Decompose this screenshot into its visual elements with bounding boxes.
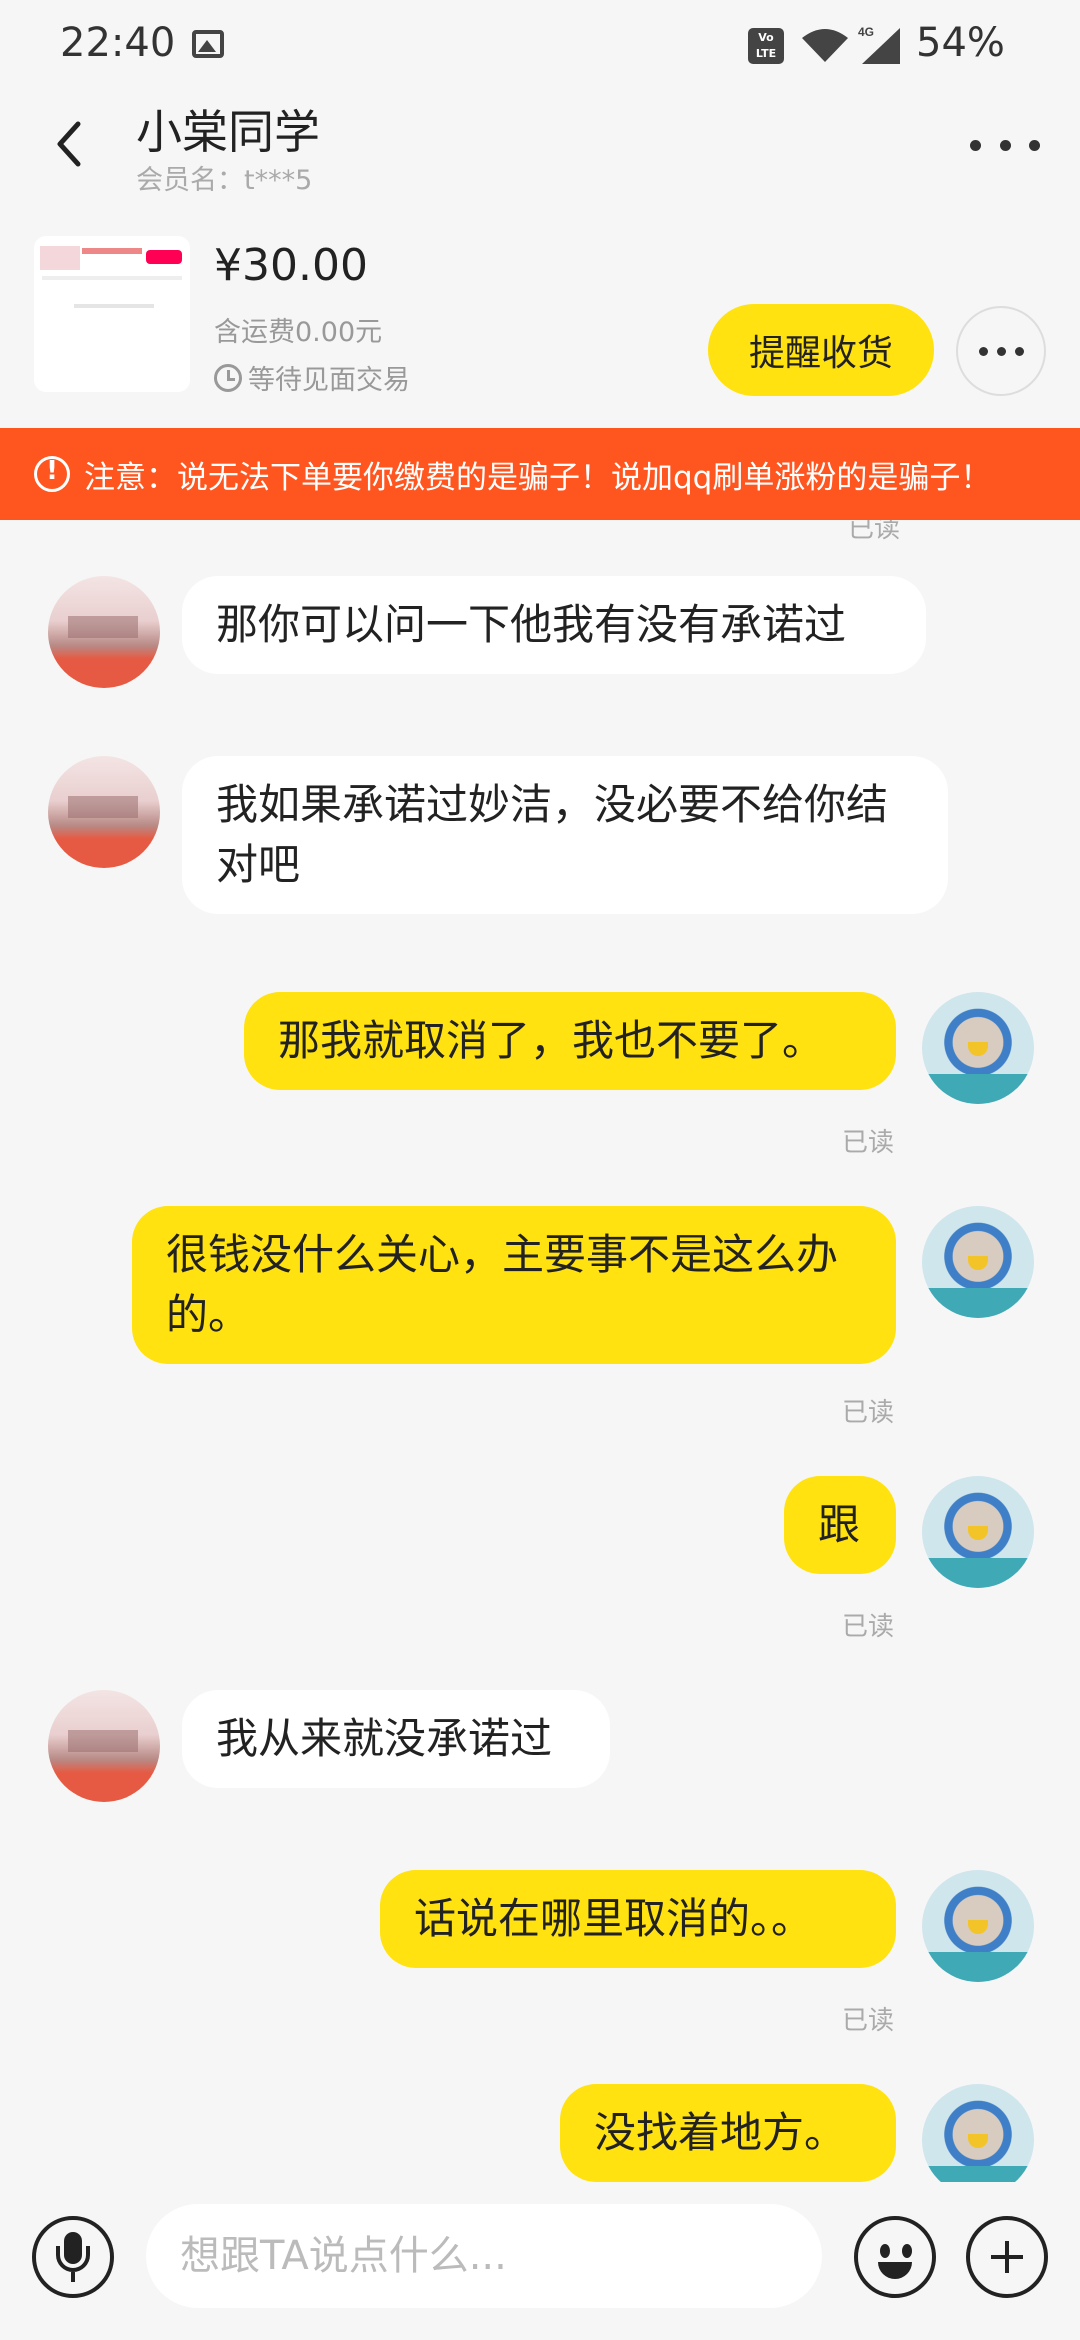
thumb-part: [42, 276, 182, 280]
image-icon: [192, 30, 224, 58]
chat-messages[interactable]: 已读 那你可以问一下他我有没有承诺过 我如果承诺过妙洁，没必要不给你结对吧 那我…: [0, 520, 1080, 2182]
mic-part: [71, 2272, 75, 2282]
member-name: 会员名：t***5: [136, 165, 313, 196]
mic-part: [56, 2246, 90, 2272]
plus-icon[interactable]: [966, 2216, 1048, 2298]
clock-icon: [214, 363, 242, 392]
my-avatar[interactable]: [922, 992, 1034, 1104]
message-bubble-left[interactable]: 我如果承诺过妙洁，没必要不给你结对吧: [182, 756, 948, 914]
product-thumbnail[interactable]: [34, 236, 190, 392]
thumb-part: [82, 248, 142, 254]
message-bubble-right[interactable]: 没找着地方。: [560, 2084, 896, 2182]
message-bubble-right[interactable]: 很钱没什么关心，主要事不是这么办的。: [132, 1206, 896, 1364]
battery-level: 54%: [916, 20, 1005, 66]
thumb-part: [74, 304, 154, 308]
status-bar: 22:40 Vo LTE 4G 54%: [0, 0, 1080, 90]
dot: [996, 346, 1006, 356]
thumb-part: [40, 246, 80, 270]
input-bar: [0, 2182, 1080, 2340]
contact-name: 小棠同学: [136, 105, 320, 159]
contact-avatar[interactable]: [48, 1690, 160, 1802]
read-receipt: 已读: [847, 520, 900, 544]
message-bubble-left[interactable]: 那你可以问一下他我有没有承诺过: [182, 576, 926, 674]
microphone-icon[interactable]: [32, 2216, 114, 2298]
my-avatar[interactable]: [922, 1870, 1034, 1982]
dot: [1029, 139, 1040, 151]
emoji-icon[interactable]: [854, 2216, 936, 2298]
thumb-part: [146, 250, 182, 264]
order-status-text: 等待见面交易: [248, 365, 410, 396]
wifi-icon: [802, 29, 848, 62]
dot: [970, 139, 981, 151]
product-more-button[interactable]: [956, 306, 1046, 396]
volte-icon: Vo LTE: [748, 28, 784, 64]
warning-text: 注意：说无法下单要你缴费的是骗子！说加qq刷单涨粉的是骗子！: [84, 459, 992, 496]
read-receipt: 已读: [842, 1612, 895, 1642]
warning-icon: [34, 456, 70, 492]
dot: [999, 139, 1011, 151]
message-bubble-right[interactable]: 跟: [784, 1476, 896, 1574]
shipping-fee: 含运费0.00元: [214, 317, 383, 348]
chat-header: 小棠同学 会员名：t***5: [0, 90, 1080, 200]
my-avatar[interactable]: [922, 1206, 1034, 1318]
read-receipt: 已读: [842, 2006, 895, 2036]
scam-warning-banner: 注意：说无法下单要你缴费的是骗子！说加qq刷单涨粉的是骗子！: [0, 428, 1080, 520]
emoji-part: [880, 2244, 890, 2258]
message-bubble-right[interactable]: 话说在哪里取消的。。: [380, 1870, 896, 1968]
emoji-part: [878, 2262, 912, 2279]
message-input[interactable]: [146, 2204, 822, 2308]
contact-avatar[interactable]: [48, 756, 160, 868]
my-avatar[interactable]: [922, 1476, 1034, 1588]
dot: [978, 346, 988, 356]
message-bubble-right[interactable]: 那我就取消了，我也不要了。: [244, 992, 896, 1090]
product-price: ¥30.00: [214, 240, 368, 291]
message-bubble-left[interactable]: 我从来就没承诺过: [182, 1690, 610, 1788]
back-arrow-icon[interactable]: [40, 114, 100, 174]
remind-receipt-button[interactable]: 提醒收货: [708, 304, 934, 396]
emoji-part: [902, 2244, 912, 2258]
signal-icon: 4G: [858, 25, 900, 64]
product-card[interactable]: ¥30.00 含运费0.00元 等待见面交易 提醒收货: [0, 200, 1080, 428]
my-avatar[interactable]: [922, 2084, 1034, 2182]
dot: [1014, 346, 1024, 356]
network-type: 4G: [858, 25, 874, 39]
read-receipt: 已读: [842, 1128, 895, 1158]
contact-avatar[interactable]: [48, 576, 160, 688]
read-receipt: 已读: [842, 1398, 895, 1428]
status-time: 22:40: [60, 20, 176, 66]
order-status: 等待见面交易: [214, 358, 410, 397]
more-dots-icon[interactable]: [970, 120, 1040, 170]
